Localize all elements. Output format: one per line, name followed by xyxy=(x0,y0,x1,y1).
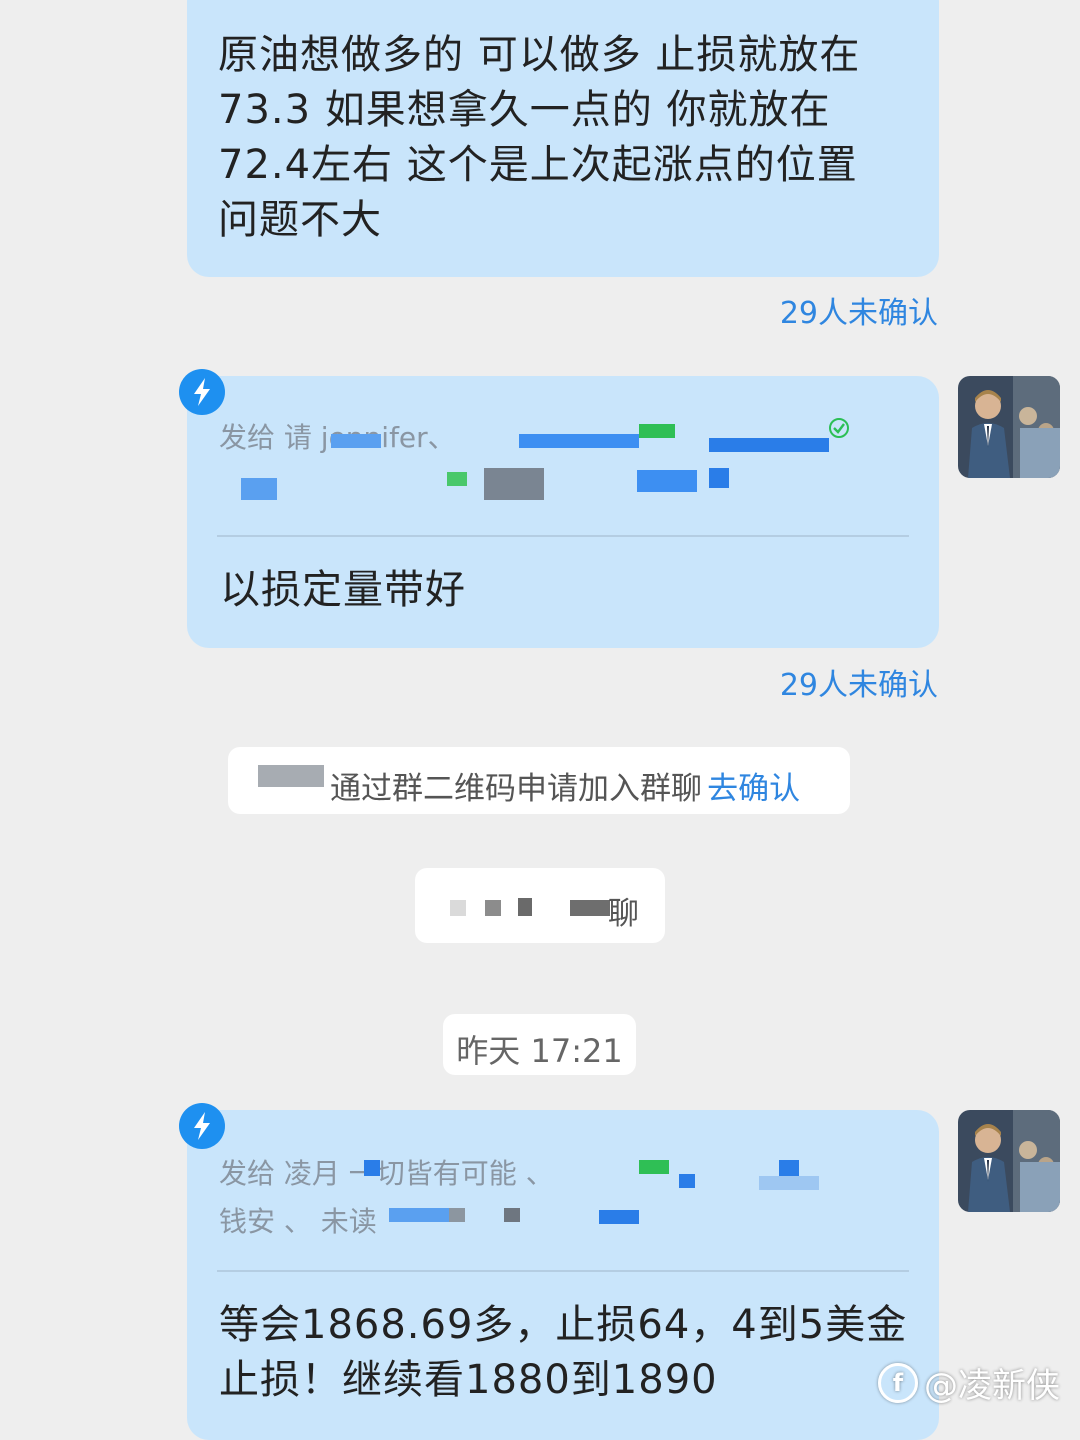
avatar[interactable] xyxy=(958,1110,1060,1212)
message-bubble[interactable]: 发给 请 jennifer、 以损定量带好 xyxy=(187,376,939,648)
redaction-mark xyxy=(389,1208,449,1222)
redaction-mark xyxy=(709,468,729,488)
message-bubble[interactable]: 原油想做多的 可以做多 止损就放在73.3 如果想拿久一点的 你就放在72.4左… xyxy=(187,0,939,277)
redaction-mark xyxy=(331,434,381,448)
recipient-line xyxy=(219,460,907,504)
join-notice-text: 通过群二维码申请加入群聊 xyxy=(330,771,702,807)
watermark: f @凌新侠 xyxy=(878,1358,1060,1407)
redaction-mark xyxy=(679,1174,695,1188)
redaction-mark xyxy=(450,900,466,916)
watermark-logo-icon: f xyxy=(878,1362,918,1403)
redaction-mark xyxy=(241,478,277,500)
redaction-mark xyxy=(364,1160,380,1176)
message-text: 原油想做多的 可以做多 止损就放在73.3 如果想拿久一点的 你就放在72.4左… xyxy=(218,32,861,243)
redaction-mark xyxy=(447,472,467,486)
redaction-mark xyxy=(639,1160,669,1174)
divider xyxy=(217,1270,909,1272)
check-circle-icon xyxy=(829,418,849,438)
unconfirmed-receipt[interactable]: 29人未确认 xyxy=(780,660,938,704)
confirm-join-link[interactable]: 去确认 xyxy=(707,771,800,807)
watermark-text: @凌新侠 xyxy=(924,1366,1060,1406)
join-request-notice: 通过群二维码申请加入群聊 去确认 xyxy=(228,747,850,814)
divider xyxy=(217,535,909,537)
message-text: 等会1868.69多，止损64，4到5美金止损！继续看1880到1890 xyxy=(219,1302,908,1403)
avatar[interactable] xyxy=(958,376,1060,478)
redaction-mark xyxy=(709,438,829,452)
redaction-mark xyxy=(258,765,324,787)
lightning-icon xyxy=(179,1103,225,1149)
redaction-mark xyxy=(449,1208,465,1222)
timestamp: 昨天 17:21 xyxy=(443,1014,636,1075)
message-bubble[interactable]: 发给 凌月 一切皆有可能 、 钱安 、 未读 等会1868.69多，止损64，4… xyxy=(187,1110,939,1440)
redaction-mark xyxy=(518,898,532,916)
unconfirmed-receipt[interactable]: 29人未确认 xyxy=(780,288,938,332)
group-notice-text: 聊 xyxy=(608,896,639,932)
lightning-icon xyxy=(179,369,225,415)
redaction-mark xyxy=(637,470,697,492)
message-text: 以损定量带好 xyxy=(220,567,466,613)
redaction-mark xyxy=(519,434,639,448)
redaction-mark xyxy=(570,900,610,916)
redaction-mark xyxy=(485,900,501,916)
timestamp-text: 昨天 17:21 xyxy=(456,1032,623,1070)
redaction-mark xyxy=(759,1176,819,1190)
recipient-line: 钱安 、 未读 xyxy=(219,1205,377,1238)
redaction-mark xyxy=(484,468,544,500)
group-notice: 聊 xyxy=(415,868,665,943)
redaction-mark xyxy=(504,1208,520,1222)
redaction-mark xyxy=(599,1210,639,1224)
redaction-mark xyxy=(639,424,675,438)
